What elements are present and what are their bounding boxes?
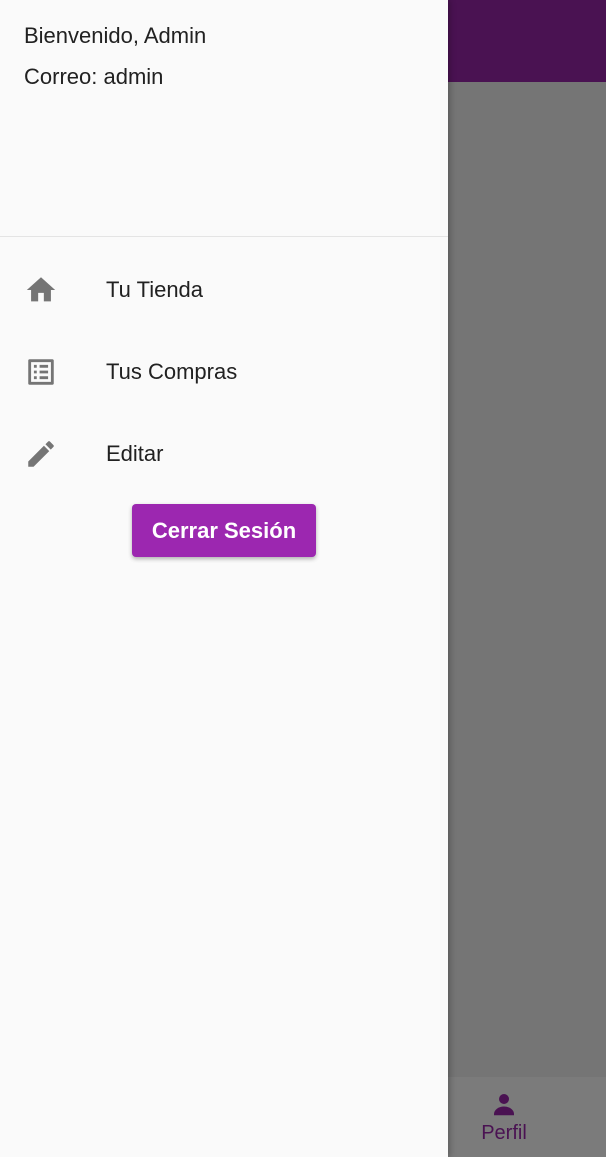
menu-item-label: Editar	[106, 441, 164, 466]
home-icon	[26, 277, 56, 302]
list-icon	[28, 359, 54, 385]
menu-item-editar[interactable]: Editar	[0, 413, 448, 495]
drawer-header: Bienvenido, Admin Correo: admin	[0, 0, 448, 237]
person-icon	[494, 1094, 514, 1116]
menu-item-label: Tus Compras	[106, 359, 238, 384]
menu-item-tus-compras[interactable]: Tus Compras	[0, 331, 448, 413]
bottom-nav-item-perfil[interactable]: Perfil	[464, 1089, 544, 1149]
menu-item-label: Tu Tienda	[106, 277, 204, 302]
pencil-icon	[28, 441, 54, 467]
menu-item-tu-tienda[interactable]: Tu Tienda	[0, 249, 448, 331]
navigation-drawer: Bienvenido, Admin Correo: admin Tu Tiend…	[0, 0, 448, 1157]
welcome-text: Bienvenido, Admin	[24, 23, 207, 48]
logout-button[interactable]: Cerrar Sesión	[132, 504, 316, 557]
email-text: Correo: admin	[24, 64, 164, 89]
bottom-nav-label: Perfil	[481, 1122, 527, 1144]
